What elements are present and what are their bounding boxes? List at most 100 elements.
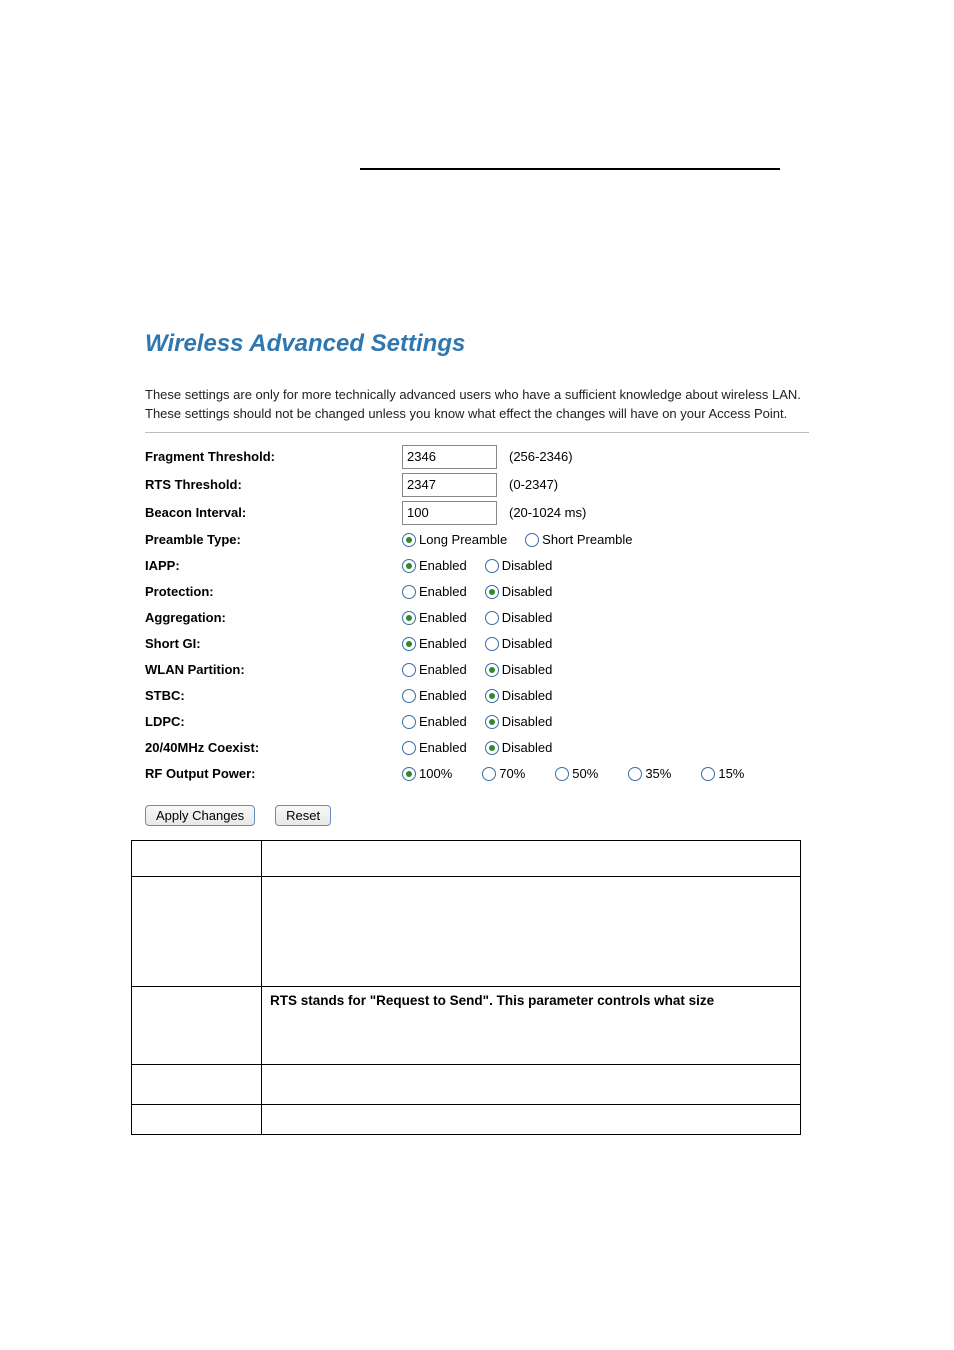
table-cell — [132, 1104, 262, 1134]
radio-icon — [402, 611, 416, 625]
field-protection: Protection: Enabled Disabled — [145, 579, 809, 605]
radio-icon — [402, 715, 416, 729]
radio-rfpower-35[interactable]: 35% — [628, 766, 671, 781]
radio-ldpc-enabled[interactable]: Enabled — [402, 714, 467, 729]
field-rts-threshold: RTS Threshold: (0-2347) — [145, 471, 809, 499]
label-coexist: 20/40MHz Coexist: — [145, 740, 402, 755]
radio-icon — [485, 585, 499, 599]
radio-label: Disabled — [502, 636, 553, 651]
radio-coexist-enabled[interactable]: Enabled — [402, 740, 467, 755]
label-wlan-partition: WLAN Partition: — [145, 662, 402, 677]
radio-icon — [402, 637, 416, 651]
radio-aggregation-enabled[interactable]: Enabled — [402, 610, 467, 625]
radio-iapp-enabled[interactable]: Enabled — [402, 558, 467, 573]
radio-label: Long Preamble — [419, 532, 507, 547]
input-fragment-threshold[interactable] — [402, 445, 497, 469]
radio-protection-disabled[interactable]: Disabled — [485, 584, 553, 599]
radio-icon — [485, 637, 499, 651]
radio-icon — [701, 767, 715, 781]
radio-label: Disabled — [502, 558, 553, 573]
table-cell — [262, 1064, 801, 1104]
field-iapp: IAPP: Enabled Disabled — [145, 553, 809, 579]
reset-button[interactable]: Reset — [275, 805, 331, 826]
radio-label: 70% — [499, 766, 525, 781]
label-stbc: STBC: — [145, 688, 402, 703]
radio-preamble-short[interactable]: Short Preamble — [525, 532, 632, 547]
input-beacon-interval[interactable] — [402, 501, 497, 525]
label-protection: Protection: — [145, 584, 402, 599]
radio-icon — [402, 559, 416, 573]
divider — [145, 432, 809, 433]
radio-icon — [525, 533, 539, 547]
radio-coexist-disabled[interactable]: Disabled — [485, 740, 553, 755]
radio-label: 50% — [572, 766, 598, 781]
radio-icon — [402, 767, 416, 781]
radio-label: 15% — [718, 766, 744, 781]
field-aggregation: Aggregation: Enabled Disabled — [145, 605, 809, 631]
radio-icon — [402, 585, 416, 599]
label-short-gi: Short GI: — [145, 636, 402, 651]
settings-page: Wireless Advanced Settings These setting… — [0, 0, 954, 1135]
label-fragment-threshold: Fragment Threshold: — [145, 449, 402, 464]
radio-icon — [485, 689, 499, 703]
label-rts-threshold: RTS Threshold: — [145, 477, 402, 492]
label-iapp: IAPP: — [145, 558, 402, 573]
radio-icon — [555, 767, 569, 781]
radio-label: Enabled — [419, 636, 467, 651]
table-cell-rts-desc: RTS stands for "Request to Send". This p… — [262, 986, 801, 1064]
field-short-gi: Short GI: Enabled Disabled — [145, 631, 809, 657]
radio-stbc-disabled[interactable]: Disabled — [485, 688, 553, 703]
radio-icon — [485, 559, 499, 573]
radio-label: Enabled — [419, 688, 467, 703]
field-preamble-type: Preamble Type: Long Preamble Short Pream… — [145, 527, 809, 553]
table-cell — [132, 876, 262, 986]
table-cell — [262, 876, 801, 986]
field-stbc: STBC: Enabled Disabled — [145, 683, 809, 709]
table-row — [132, 1104, 801, 1134]
radio-preamble-long[interactable]: Long Preamble — [402, 532, 507, 547]
apply-changes-button[interactable]: Apply Changes — [145, 805, 255, 826]
table-cell — [262, 840, 801, 876]
hint-beacon-interval: (20-1024 ms) — [509, 505, 586, 520]
label-aggregation: Aggregation: — [145, 610, 402, 625]
radio-label: Disabled — [502, 688, 553, 703]
table-cell — [132, 840, 262, 876]
radio-iapp-disabled[interactable]: Disabled — [485, 558, 553, 573]
field-fragment-threshold: Fragment Threshold: (256-2346) — [145, 443, 809, 471]
radio-rfpower-50[interactable]: 50% — [555, 766, 598, 781]
table-cell — [132, 1064, 262, 1104]
button-row: Apply Changes Reset — [145, 805, 809, 826]
input-rts-threshold[interactable] — [402, 473, 497, 497]
info-table: RTS stands for "Request to Send". This p… — [131, 840, 801, 1135]
radio-label: Enabled — [419, 714, 467, 729]
radio-label: Disabled — [502, 662, 553, 677]
radio-shortgi-disabled[interactable]: Disabled — [485, 636, 553, 651]
table-cell — [132, 986, 262, 1064]
radio-icon — [402, 689, 416, 703]
radio-label: Disabled — [502, 740, 553, 755]
radio-wlanpart-enabled[interactable]: Enabled — [402, 662, 467, 677]
top-rule — [360, 168, 780, 170]
radio-label: Enabled — [419, 558, 467, 573]
label-preamble-type: Preamble Type: — [145, 532, 402, 547]
radio-ldpc-disabled[interactable]: Disabled — [485, 714, 553, 729]
radio-rfpower-15[interactable]: 15% — [701, 766, 744, 781]
radio-stbc-enabled[interactable]: Enabled — [402, 688, 467, 703]
radio-label: Enabled — [419, 610, 467, 625]
field-rf-output-power: RF Output Power: 100% 70% 50% 35% 15% — [145, 761, 809, 787]
radio-wlanpart-disabled[interactable]: Disabled — [485, 662, 553, 677]
table-row — [132, 876, 801, 986]
field-wlan-partition: WLAN Partition: Enabled Disabled — [145, 657, 809, 683]
radio-label: Enabled — [419, 740, 467, 755]
field-coexist: 20/40MHz Coexist: Enabled Disabled — [145, 735, 809, 761]
radio-shortgi-enabled[interactable]: Enabled — [402, 636, 467, 651]
radio-label: Enabled — [419, 584, 467, 599]
radio-label: Short Preamble — [542, 532, 632, 547]
field-beacon-interval: Beacon Interval: (20-1024 ms) — [145, 499, 809, 527]
label-rf-output-power: RF Output Power: — [145, 766, 402, 781]
radio-rfpower-100[interactable]: 100% — [402, 766, 452, 781]
radio-aggregation-disabled[interactable]: Disabled — [485, 610, 553, 625]
radio-icon — [402, 533, 416, 547]
radio-protection-enabled[interactable]: Enabled — [402, 584, 467, 599]
radio-rfpower-70[interactable]: 70% — [482, 766, 525, 781]
